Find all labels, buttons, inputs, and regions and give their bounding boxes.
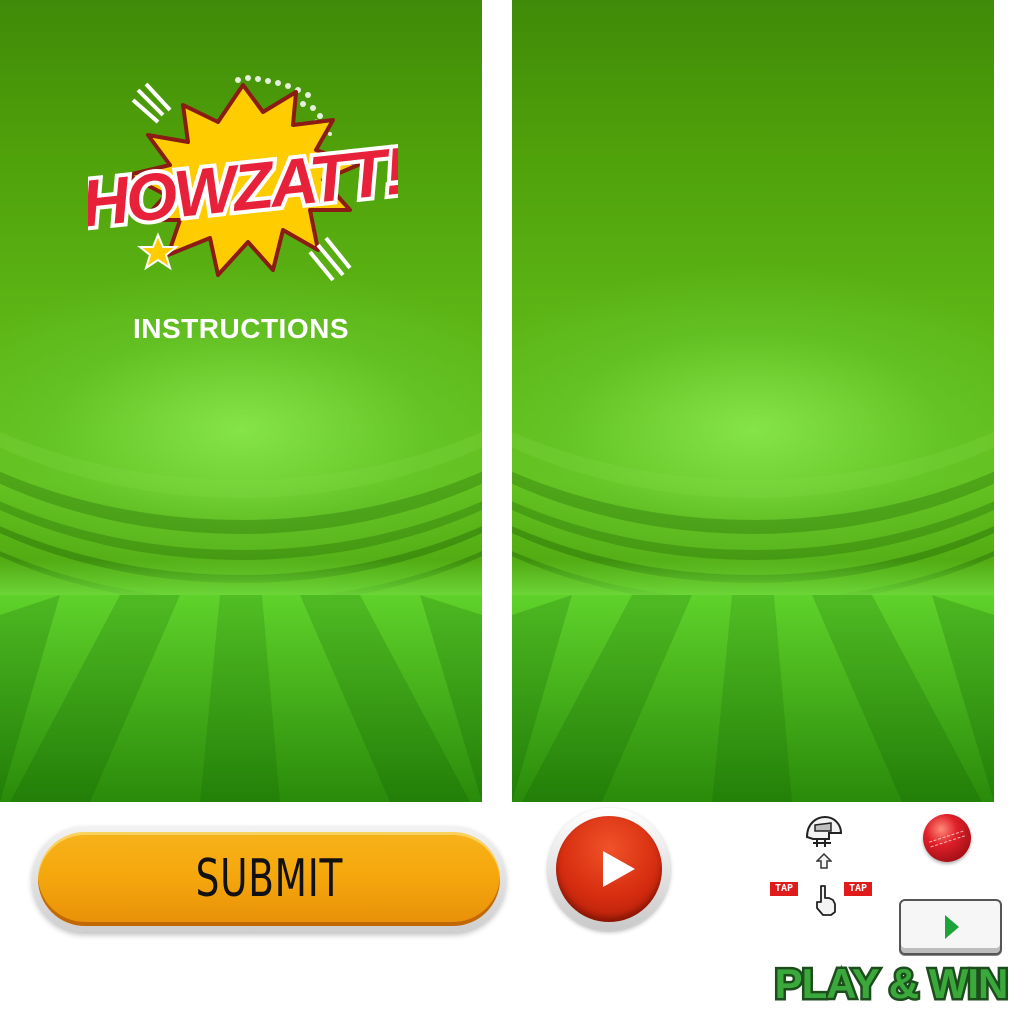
play-button[interactable] xyxy=(548,808,670,930)
play-win-text: PLAY & WIN xyxy=(775,960,1008,1007)
star-icon xyxy=(137,232,179,271)
background-panel xyxy=(512,0,994,802)
play-button-face[interactable] xyxy=(556,816,662,922)
submit-label: SUBMIT xyxy=(195,849,343,909)
tap-left-badge: TAP xyxy=(770,882,799,896)
tap-right-badge: TAP xyxy=(844,882,873,896)
play-icon xyxy=(603,851,635,887)
tap-hand-icon xyxy=(816,885,836,916)
submit-button-face[interactable]: SUBMIT xyxy=(38,832,500,926)
play-win-logo: PLAY & WIN xyxy=(772,958,1011,1010)
field xyxy=(0,595,482,802)
cricket-ball-icon xyxy=(923,814,971,862)
up-arrow-icon xyxy=(816,853,832,869)
instructions-title: INSTRUCTIONS xyxy=(133,313,349,344)
stadium-arc xyxy=(512,0,994,606)
instructions-panel: HOWZATT! INSTRUCTIONS xyxy=(0,0,482,802)
helmet-icon xyxy=(805,815,843,847)
submit-button[interactable]: SUBMIT xyxy=(32,826,506,932)
small-play-button[interactable] xyxy=(899,899,1002,955)
play-icon xyxy=(945,915,959,939)
field xyxy=(512,595,994,802)
howzatt-logo: HOWZATT! xyxy=(88,75,398,282)
